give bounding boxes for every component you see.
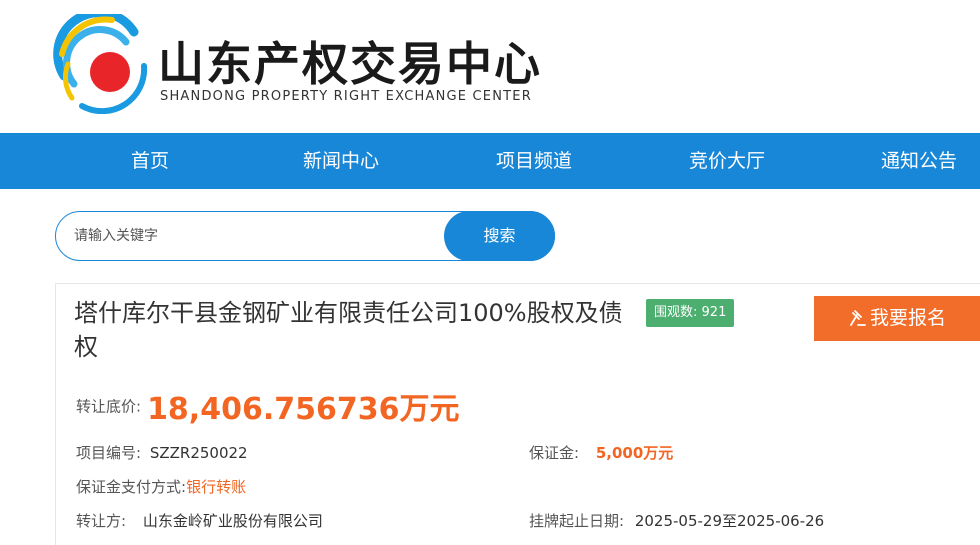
payment-value: 银行转账 <box>186 478 247 496</box>
listing-row: 挂牌起止日期: 2025-05-29至2025-06-26 <box>529 510 824 531</box>
price-row: 转让底价: 18,406.756736万元 <box>76 384 459 428</box>
code-row: 项目编号: SZZR250022 <box>76 442 248 463</box>
search-button[interactable]: 搜索 <box>444 211 555 261</box>
signup-label: 我要报名 <box>870 307 947 329</box>
nav-item-bidding-hall[interactable]: 竞价大厅 <box>689 133 765 189</box>
listing-value: 2025-05-29至2025-06-26 <box>634 512 825 530</box>
deposit-value: 5,000万元 <box>595 444 674 462</box>
transferor-value: 山东金岭矿业股份有限公司 <box>142 512 323 530</box>
payment-row: 保证金支付方式:银行转账 <box>76 476 246 497</box>
views-badge: 围观数: 921 <box>646 299 735 327</box>
main-nav: 首页 新闻中心 项目频道 竞价大厅 通知公告 <box>0 133 980 189</box>
views-count: 921 <box>701 305 727 320</box>
swirl-logo-icon[interactable] <box>52 14 152 114</box>
code-value: SZZR250022 <box>149 444 248 462</box>
code-label: 项目编号: <box>76 444 142 462</box>
nav-item-news[interactable]: 新闻中心 <box>303 133 379 189</box>
gavel-icon <box>850 310 866 326</box>
listing-label: 挂牌起止日期: <box>529 512 625 530</box>
payment-label: 保证金支付方式: <box>76 478 187 496</box>
project-card: 塔什库尔干县金钢矿业有限责任公司100%股权及债权 围观数: 921 我要报名 … <box>55 283 980 545</box>
nav-item-projects[interactable]: 项目频道 <box>496 133 572 189</box>
nav-item-notices[interactable]: 通知公告 <box>881 133 957 189</box>
nav-item-home[interactable]: 首页 <box>131 133 169 189</box>
deposit-row: 保证金: 5,000万元 <box>529 442 673 463</box>
site-header: 山东产权交易中心 SHANDONG PROPERTY RIGHT EXCHANG… <box>0 0 980 133</box>
views-label: 围观数: <box>654 305 698 320</box>
transferor-row: 转让方: 山东金岭矿业股份有限公司 <box>76 510 323 531</box>
brand-name-cn: 山东产权交易中心 <box>158 37 542 91</box>
price-value: 18,406.756736万元 <box>147 392 460 427</box>
search-bar: 搜索 <box>55 211 555 261</box>
deposit-label: 保证金: <box>529 444 580 462</box>
price-label: 转让底价: <box>76 397 142 416</box>
signup-button[interactable]: 我要报名 <box>814 296 980 341</box>
transferor-label: 转让方: <box>76 512 127 530</box>
search-input[interactable] <box>74 212 434 260</box>
brand-name-en: SHANDONG PROPERTY RIGHT EXCHANGE CENTER <box>160 89 532 104</box>
project-title[interactable]: 塔什库尔干县金钢矿业有限责任公司100%股权及债权 <box>74 296 644 364</box>
